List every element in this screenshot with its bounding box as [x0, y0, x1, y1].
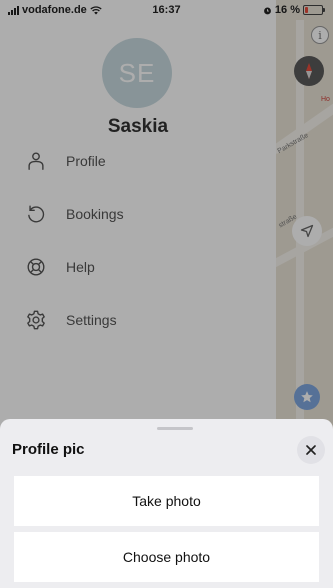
take-photo-button[interactable]: Take photo — [14, 476, 319, 526]
profile-pic-sheet: Profile pic Take photo Choose photo — [0, 419, 333, 588]
close-button[interactable] — [297, 436, 325, 464]
sheet-title: Profile pic — [12, 441, 85, 458]
close-icon — [306, 445, 316, 455]
sheet-grabber[interactable] — [157, 427, 193, 430]
choose-photo-button[interactable]: Choose photo — [14, 532, 319, 582]
app-screen: vodafone.de 16:37 16 % SE Saskia Profile… — [0, 0, 333, 588]
